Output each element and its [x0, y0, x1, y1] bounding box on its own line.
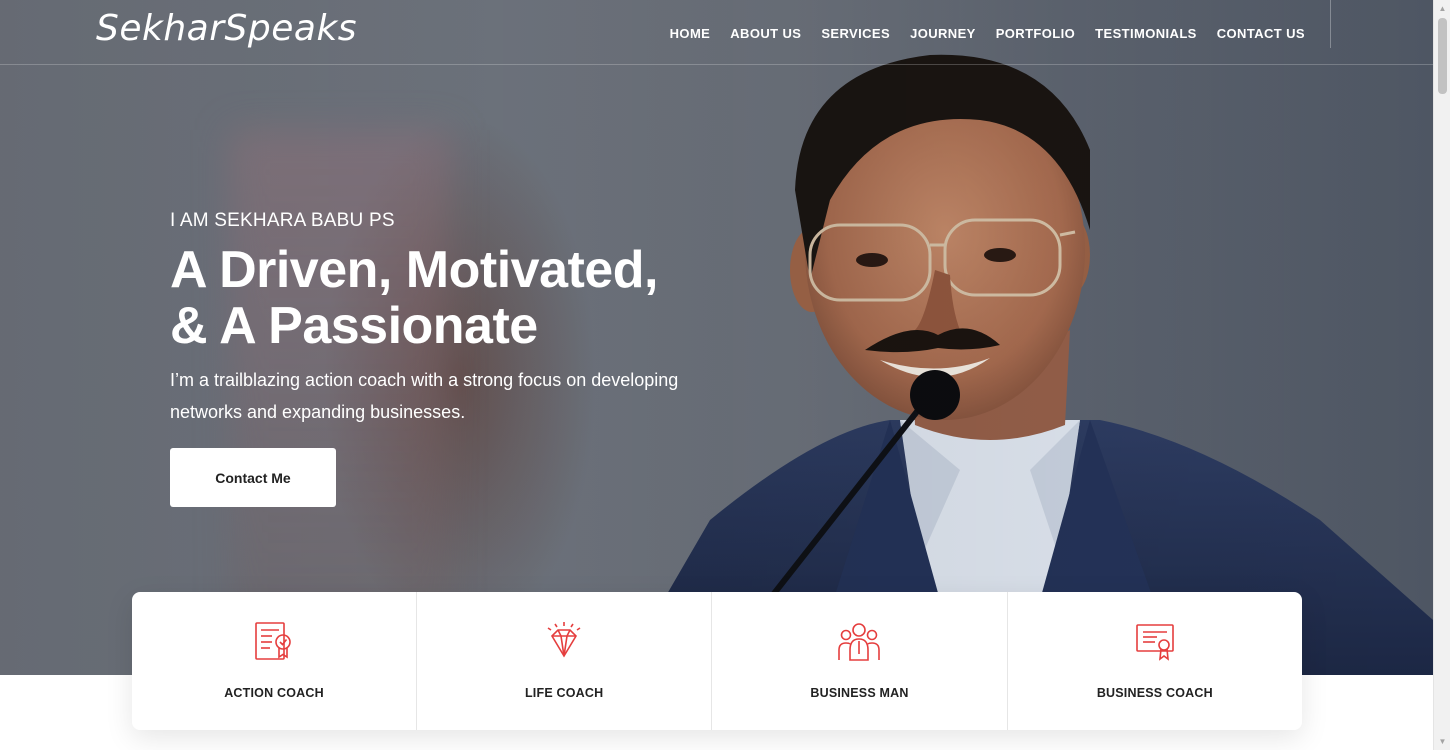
feature-card-business-coach[interactable]: BUSINESS COACH [1008, 592, 1302, 730]
hero-section: I AM SEKHARA BABU PS A Driven, Motivated… [0, 0, 1433, 675]
nav-about-us[interactable]: ABOUT US [730, 26, 801, 41]
hero-headline-line1: A Driven, Motivated, [170, 241, 658, 299]
certificate-checklist-icon [255, 622, 291, 660]
diamond-icon [547, 622, 581, 658]
feature-label: BUSINESS MAN [810, 686, 909, 700]
scroll-down-arrow-icon[interactable]: ▼ [1434, 733, 1450, 750]
nav-portfolio[interactable]: PORTFOLIO [996, 26, 1075, 41]
nav-divider [1330, 0, 1331, 48]
feature-label: ACTION COACH [224, 686, 324, 700]
award-certificate-icon [1136, 624, 1174, 661]
hero-eyebrow: I AM SEKHARA BABU PS [170, 210, 395, 231]
nav-journey[interactable]: JOURNEY [910, 26, 976, 41]
nav-home[interactable]: HOME [670, 26, 711, 41]
nav-contact-us[interactable]: CONTACT US [1217, 26, 1305, 41]
feature-card-action-coach[interactable]: ACTION COACH [132, 592, 417, 730]
team-group-icon [838, 623, 881, 661]
feature-card-business-man[interactable]: BUSINESS MAN [712, 592, 1008, 730]
nav-testimonials[interactable]: TESTIMONIALS [1095, 26, 1197, 41]
hero-headline: A Driven, Motivated, & A Passionate [170, 242, 710, 354]
hero-subtext: I’m a trailblazing action coach with a s… [170, 370, 679, 422]
hero-content: I AM SEKHARA BABU PS A Driven, Motivated… [170, 210, 710, 507]
main-nav: HOME ABOUT US SERVICES JOURNEY PORTFOLIO… [650, 26, 1305, 41]
nav-services[interactable]: SERVICES [821, 26, 890, 41]
page-scrollbar[interactable]: ▲ ▼ [1433, 0, 1450, 750]
scroll-up-arrow-icon[interactable]: ▲ [1434, 0, 1450, 17]
contact-me-button[interactable]: Contact Me [170, 448, 336, 507]
feature-cards: ACTION COACH LIFE COACH BUSINESS MAN BUS… [132, 592, 1302, 730]
site-logo[interactable]: SekharSpeaks [96, 8, 357, 49]
site-header: SekharSpeaks HOME ABOUT US SERVICES JOUR… [0, 0, 1433, 65]
feature-card-life-coach[interactable]: LIFE COACH [417, 592, 713, 730]
hero-headline-line2: & A Passionate [170, 297, 538, 355]
feature-label: BUSINESS COACH [1096, 686, 1213, 700]
feature-label: LIFE COACH [524, 686, 604, 700]
scrollbar-thumb[interactable] [1438, 18, 1447, 94]
